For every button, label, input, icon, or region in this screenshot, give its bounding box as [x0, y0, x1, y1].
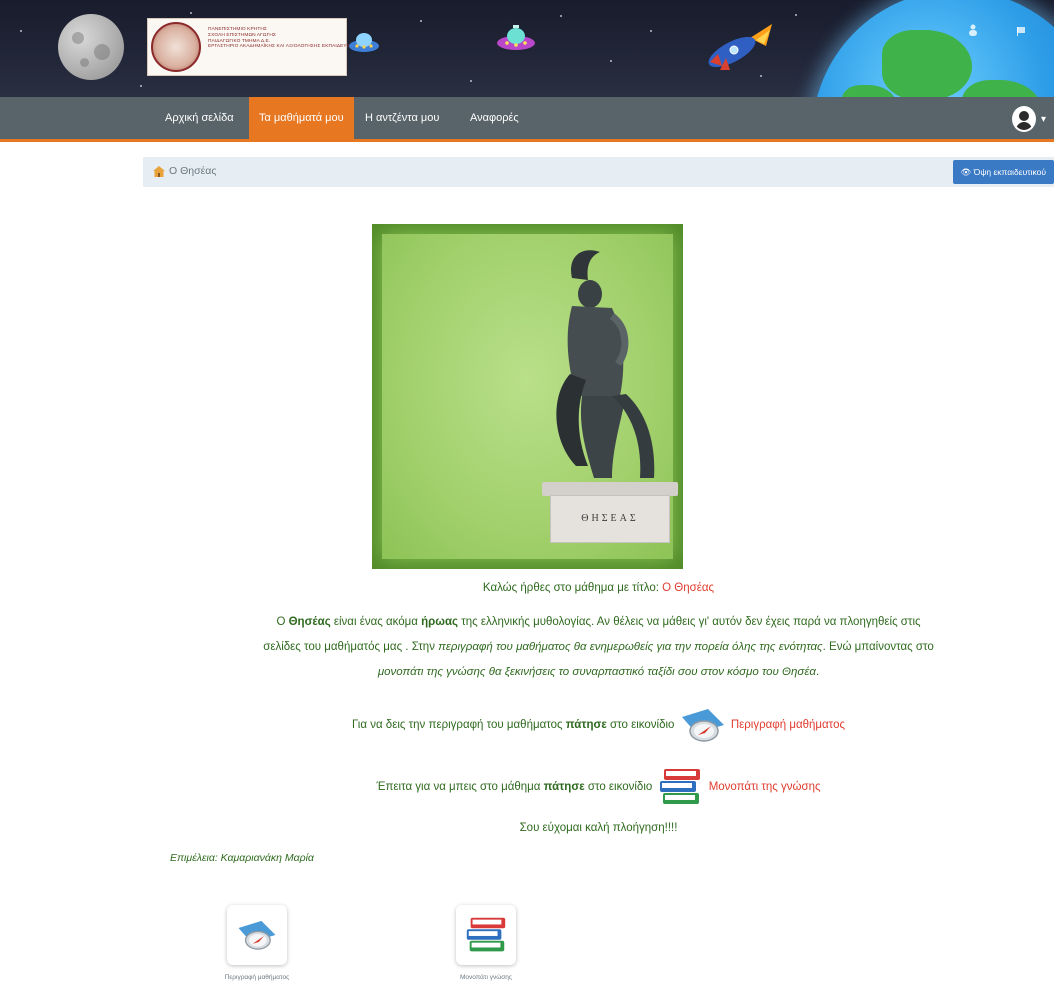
home-icon[interactable]	[153, 166, 165, 177]
instruction-text: Για να δεις την περιγραφή του μαθήματος	[351, 719, 566, 732]
farewell-line: Σου εύχομαι καλή πλοήγηση!!!!	[519, 822, 678, 834]
teacher-view-button[interactable]: 👁 Όψη εκπαιδευτικού	[952, 160, 1054, 184]
nav-reports[interactable]: Αναφορές	[460, 97, 529, 139]
books-icon[interactable]	[655, 767, 705, 807]
moon-illustration	[58, 14, 124, 80]
description-instruction: Για να δεις την περιγραφή του μαθήματος …	[143, 707, 1054, 743]
course-description-link[interactable]: Περιγραφή μαθήματος	[731, 719, 845, 731]
nav-my-agenda[interactable]: Η αντζέντα μου	[355, 97, 449, 139]
intro-text: . Ενώ μπαίνοντας στο	[822, 641, 934, 653]
intro-italic: μονοπάτι της γνώσης θα ξεκινήσεις το συν…	[377, 666, 816, 678]
intro-text: είναι ένας ακόμα	[330, 616, 422, 628]
statue-illustration	[556, 250, 655, 478]
main-navbar: Αρχική σελίδα Τα μαθήματά μου Η αντζέντα…	[0, 97, 1054, 142]
statue-plinth	[542, 482, 678, 496]
knowledge-path-tile[interactable]	[456, 905, 516, 965]
space-banner: ΠΑΝΕΠΙΣΤΗΜΙΟ ΚΡΗΤΗΣ ΣΧΟΛΗ ΕΠΙΣΤΗΜΩΝ ΑΓΩΓ…	[0, 0, 1054, 97]
instruction-text: Έπειτα για να μπεις στο μάθημα	[376, 781, 544, 794]
intro-paragraph-line-3: μονοπάτι της γνώσης θα ξεκινήσεις το συν…	[143, 666, 1054, 678]
intro-hero-word: ήρωας	[421, 616, 458, 628]
compass-icon[interactable]	[678, 707, 728, 743]
nav-my-courses[interactable]: Τα μαθήματά μου	[249, 97, 354, 139]
compass-icon	[238, 920, 276, 950]
ufo-icon	[497, 25, 535, 50]
knowledge-path-link[interactable]: Μονοπάτι της γνώσης	[709, 781, 821, 793]
statue-inscription: ΘΗΣΕΑΣ	[581, 513, 639, 524]
knowledge-path-caption[interactable]: Μονοπάτι γνώσης	[426, 974, 546, 981]
instruction-bold: πάτησε	[543, 781, 585, 794]
user-avatar-icon[interactable]	[1012, 106, 1036, 132]
university-logo[interactable]: ΠΑΝΕΠΙΣΤΗΜΙΟ ΚΡΗΤΗΣ ΣΧΟΛΗ ΕΠΙΣΤΗΜΩΝ ΑΓΩΓ…	[147, 18, 356, 76]
books-icon	[466, 917, 506, 952]
intro-text: σελίδες του μαθήματός μας . Στην	[263, 641, 439, 653]
flag-icon	[1017, 27, 1025, 36]
ufo-icon	[349, 33, 379, 52]
instruction-text: στο εικονίδιο	[584, 781, 656, 794]
intro-name: Θησέας	[288, 616, 331, 628]
intro-text: Ο	[276, 616, 289, 628]
intro-paragraph-line-1: Ο Θησέας είναι ένας ακόμα ήρωας της ελλη…	[143, 616, 1054, 628]
welcome-prefix: Καλώς ήρθες στο μάθημα με τίτλο:	[482, 582, 663, 594]
earth-illustration	[812, 0, 1054, 97]
course-description-tile[interactable]	[227, 905, 287, 965]
user-silhouette-icon	[969, 24, 977, 36]
rocket-icon	[708, 24, 772, 70]
breadcrumb: Ο Θησέας 👁 Όψη εκπαιδευτικού	[143, 157, 1054, 187]
breadcrumb-course[interactable]: Ο Θησέας	[169, 165, 216, 177]
statue-base: ΘΗΣΕΑΣ	[550, 495, 670, 543]
course-hero-image: ΘΗΣΕΑΣ	[372, 224, 683, 569]
nav-home[interactable]: Αρχική σελίδα	[155, 97, 244, 139]
welcome-line: Καλώς ήρθες στο μάθημα με τίτλο: Ο Θησέα…	[143, 582, 1054, 594]
credit-line: Επιμέλεια: Καμαριανάκη Μαρία	[170, 852, 314, 864]
intro-paragraph-line-2: σελίδες του μαθήματός μας . Στην περιγρα…	[143, 641, 1054, 653]
welcome-course-title: Ο Θησέας	[662, 582, 715, 594]
intro-text: της ελληνικής μυθολογίας. Αν θέλεις να μ…	[458, 616, 921, 628]
user-menu-caret-icon[interactable]: ▾	[1041, 114, 1046, 125]
instruction-text: στο εικονίδιο	[606, 719, 678, 732]
path-instruction: Έπειτα για να μπεις στο μάθημα πάτησε στ…	[143, 767, 1054, 807]
logo-text: ΠΑΝΕΠΙΣΤΗΜΙΟ ΚΡΗΤΗΣ ΣΧΟΛΗ ΕΠΙΣΤΗΜΩΝ ΑΓΩΓ…	[208, 27, 357, 50]
intro-italic: περιγραφή του μαθήματος θα ενημερωθείς γ…	[438, 641, 823, 653]
instruction-bold: πάτησε	[565, 719, 607, 732]
intro-text: .	[815, 666, 820, 678]
university-seal-icon	[151, 22, 201, 72]
course-description-caption[interactable]: Περιγραφή μαθήματος	[197, 974, 317, 981]
